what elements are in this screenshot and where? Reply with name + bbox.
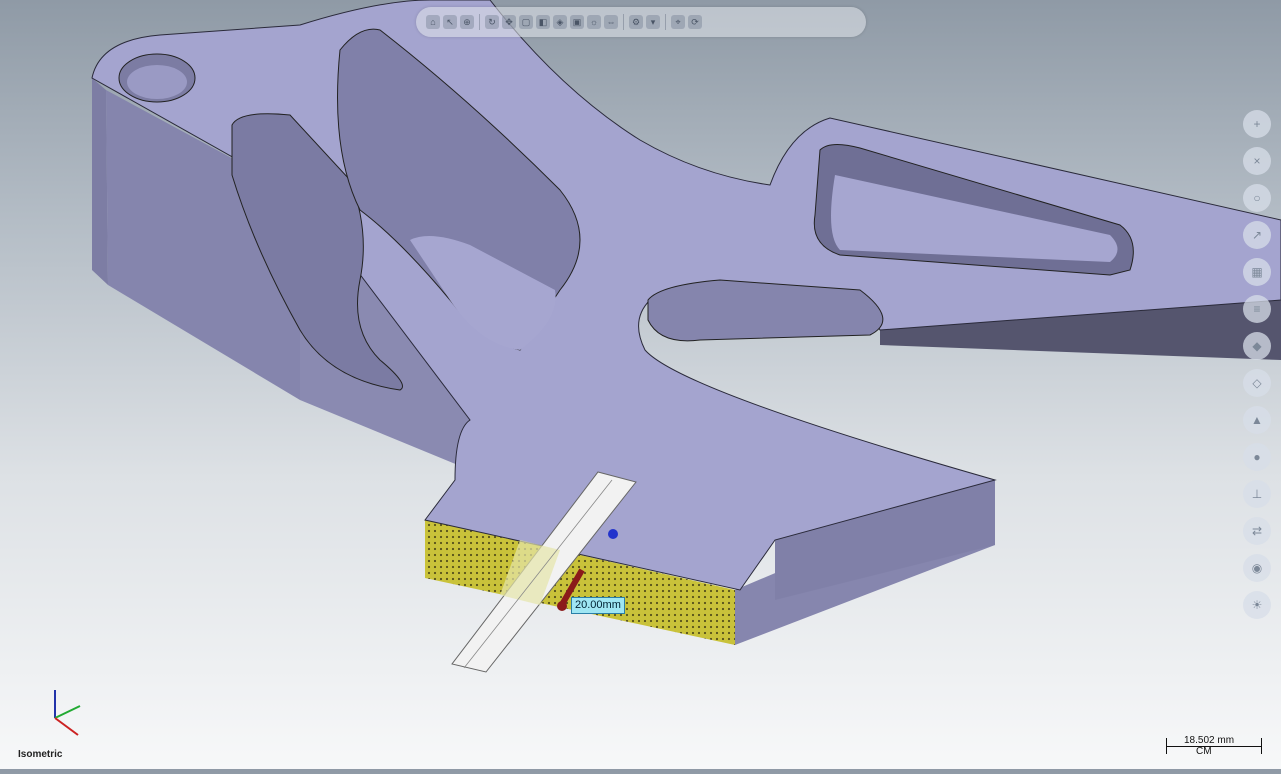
face-icon[interactable]: ▲	[1243, 406, 1271, 434]
view-name-label: Isometric	[18, 749, 63, 760]
circle-icon[interactable]: ○	[1243, 184, 1271, 212]
right-toolbar: + × ○ ↗ ▦ ≡ ◆ ◇ ▲ ● ⊥ ⇄ ◉ ☀	[1243, 110, 1273, 619]
pan-icon[interactable]: ✥	[502, 15, 516, 29]
toolbar-divider	[623, 14, 624, 30]
part-model	[54, 0, 1281, 736]
measurement-label: 20.00mm	[571, 597, 625, 614]
light-icon[interactable]: ☼	[587, 15, 601, 29]
display-icon[interactable]: ▣	[570, 15, 584, 29]
scale-bar: 18.502 mm CM	[1166, 734, 1262, 758]
close-icon[interactable]: ×	[1243, 147, 1271, 175]
sun-icon[interactable]: ☀	[1243, 591, 1271, 619]
toolbar-divider	[665, 14, 666, 30]
color-icon[interactable]: ●	[1243, 443, 1271, 471]
section-icon[interactable]: ◧	[536, 15, 550, 29]
layers-icon[interactable]: ≡	[1243, 295, 1271, 323]
edge-icon[interactable]: ◇	[1243, 369, 1271, 397]
axis-icon[interactable]: ⊥	[1243, 480, 1271, 508]
top-toolbar: ⌂ ↖ ⊕ ↻ ✥ ▢ ◧ ◈ ▣ ☼ ⇔ ⚙ ▾ ⌖ ⟳	[416, 7, 866, 37]
filter-icon[interactable]: ▾	[646, 15, 660, 29]
plus-icon[interactable]: +	[1243, 110, 1271, 138]
scale-value: 18.502 mm	[1184, 735, 1235, 746]
arrow-icon[interactable]: ↗	[1243, 221, 1271, 249]
toolbar-divider	[479, 14, 480, 30]
refresh-icon[interactable]: ⟳	[688, 15, 702, 29]
zoom-icon[interactable]: ⊕	[460, 15, 474, 29]
settings-icon[interactable]: ⚙	[629, 15, 643, 29]
select-icon[interactable]: ↖	[443, 15, 457, 29]
mirror-icon[interactable]: ⇄	[1243, 517, 1271, 545]
snap-icon[interactable]: ⌖	[671, 15, 685, 29]
fit-icon[interactable]: ▢	[519, 15, 533, 29]
view-icon[interactable]: ◈	[553, 15, 567, 29]
sphere-icon[interactable]: ◉	[1243, 554, 1271, 582]
measure-handle-icon	[608, 529, 618, 539]
cube-icon[interactable]: ◆	[1243, 332, 1271, 360]
axis-triad-icon	[54, 690, 81, 736]
grid-icon[interactable]: ▦	[1243, 258, 1271, 286]
measure-icon[interactable]: ⇔	[604, 15, 618, 29]
rotate-icon[interactable]: ↻	[485, 15, 499, 29]
3d-viewport[interactable]	[0, 0, 1281, 769]
scale-unit: CM	[1196, 746, 1212, 757]
home-icon[interactable]: ⌂	[426, 15, 440, 29]
scale-line	[1166, 746, 1262, 747]
